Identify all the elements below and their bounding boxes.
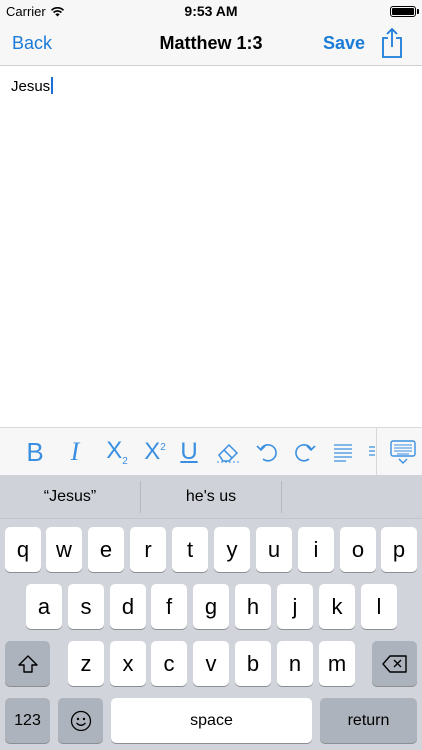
key-x[interactable]: x bbox=[110, 641, 146, 686]
key-u[interactable]: u bbox=[256, 527, 292, 572]
eraser-icon bbox=[217, 443, 239, 463]
undo-button[interactable] bbox=[252, 428, 282, 476]
bold-icon: B bbox=[26, 436, 44, 467]
key-q[interactable]: q bbox=[5, 527, 41, 572]
shift-icon bbox=[17, 654, 38, 673]
key-t[interactable]: t bbox=[172, 527, 208, 572]
superscript-button[interactable]: X2 bbox=[138, 428, 172, 476]
subscript-button[interactable]: X2 bbox=[100, 428, 134, 476]
save-button[interactable]: Save bbox=[323, 33, 365, 54]
editor-text: Jesus bbox=[11, 78, 51, 95]
key-v[interactable]: v bbox=[193, 641, 229, 686]
suggestion-1[interactable]: “Jesus” bbox=[0, 475, 140, 519]
subscript-icon: X2 bbox=[106, 437, 128, 467]
key-c[interactable]: c bbox=[151, 641, 187, 686]
key-a[interactable]: a bbox=[26, 584, 62, 629]
share-icon[interactable] bbox=[380, 27, 404, 59]
key-d[interactable]: d bbox=[110, 584, 146, 629]
key-w[interactable]: w bbox=[46, 527, 82, 572]
more-toolbar-items[interactable] bbox=[368, 428, 376, 476]
key-g[interactable]: g bbox=[193, 584, 229, 629]
align-icon bbox=[334, 444, 352, 462]
key-p[interactable]: p bbox=[381, 527, 417, 572]
align-button[interactable] bbox=[330, 428, 356, 476]
superscript-icon: X2 bbox=[144, 438, 166, 465]
text-caret bbox=[51, 77, 53, 94]
key-r[interactable]: r bbox=[130, 527, 166, 572]
key-m[interactable]: m bbox=[319, 641, 355, 686]
bold-button[interactable]: B bbox=[20, 428, 50, 476]
redo-icon bbox=[295, 444, 316, 462]
italic-icon: I bbox=[70, 437, 80, 466]
dismiss-keyboard-button[interactable] bbox=[388, 428, 418, 476]
underline-icon: U bbox=[180, 438, 198, 465]
predictive-bar: “Jesus” he's us bbox=[0, 475, 422, 519]
text-editor[interactable]: Jesus bbox=[0, 67, 422, 427]
emoji-key[interactable] bbox=[58, 698, 103, 743]
key-k[interactable]: k bbox=[319, 584, 355, 629]
key-e[interactable]: e bbox=[88, 527, 124, 572]
space-key[interactable]: space bbox=[111, 698, 312, 743]
status-bar: Carrier 9:53 AM bbox=[0, 0, 422, 22]
key-b[interactable]: b bbox=[235, 641, 271, 686]
delete-key[interactable] bbox=[372, 641, 417, 686]
return-key[interactable]: return bbox=[320, 698, 417, 743]
suggestion-3[interactable] bbox=[282, 475, 422, 519]
key-j[interactable]: j bbox=[277, 584, 313, 629]
numbers-key[interactable]: 123 bbox=[5, 698, 50, 743]
key-i[interactable]: i bbox=[298, 527, 334, 572]
key-f[interactable]: f bbox=[151, 584, 187, 629]
underline-button[interactable]: U bbox=[175, 428, 203, 476]
shift-key[interactable] bbox=[5, 641, 50, 686]
delete-icon bbox=[381, 654, 407, 673]
key-z[interactable]: z bbox=[68, 641, 104, 686]
clear-format-button[interactable] bbox=[212, 428, 244, 476]
navigation-bar: Back Matthew 1:3 Save bbox=[0, 22, 422, 66]
keyboard-dismiss-icon bbox=[390, 440, 416, 464]
undo-icon bbox=[256, 444, 277, 462]
formatting-toolbar: B I X2 X2 U bbox=[0, 427, 422, 476]
suggestion-2[interactable]: he's us bbox=[141, 475, 281, 519]
keyboard: “Jesus” he's us q w e r t y u i o p a s … bbox=[0, 475, 422, 750]
key-h[interactable]: h bbox=[235, 584, 271, 629]
key-s[interactable]: s bbox=[68, 584, 104, 629]
redo-button[interactable] bbox=[290, 428, 320, 476]
align-partial-icon bbox=[369, 446, 375, 456]
key-n[interactable]: n bbox=[277, 641, 313, 686]
emoji-icon bbox=[70, 710, 91, 731]
battery-icon bbox=[390, 6, 416, 17]
key-l[interactable]: l bbox=[361, 584, 397, 629]
italic-button[interactable]: I bbox=[60, 428, 90, 476]
status-time: 9:53 AM bbox=[184, 3, 238, 19]
editor-content[interactable]: Jesus bbox=[11, 77, 53, 95]
key-y[interactable]: y bbox=[214, 527, 250, 572]
key-o[interactable]: o bbox=[340, 527, 376, 572]
